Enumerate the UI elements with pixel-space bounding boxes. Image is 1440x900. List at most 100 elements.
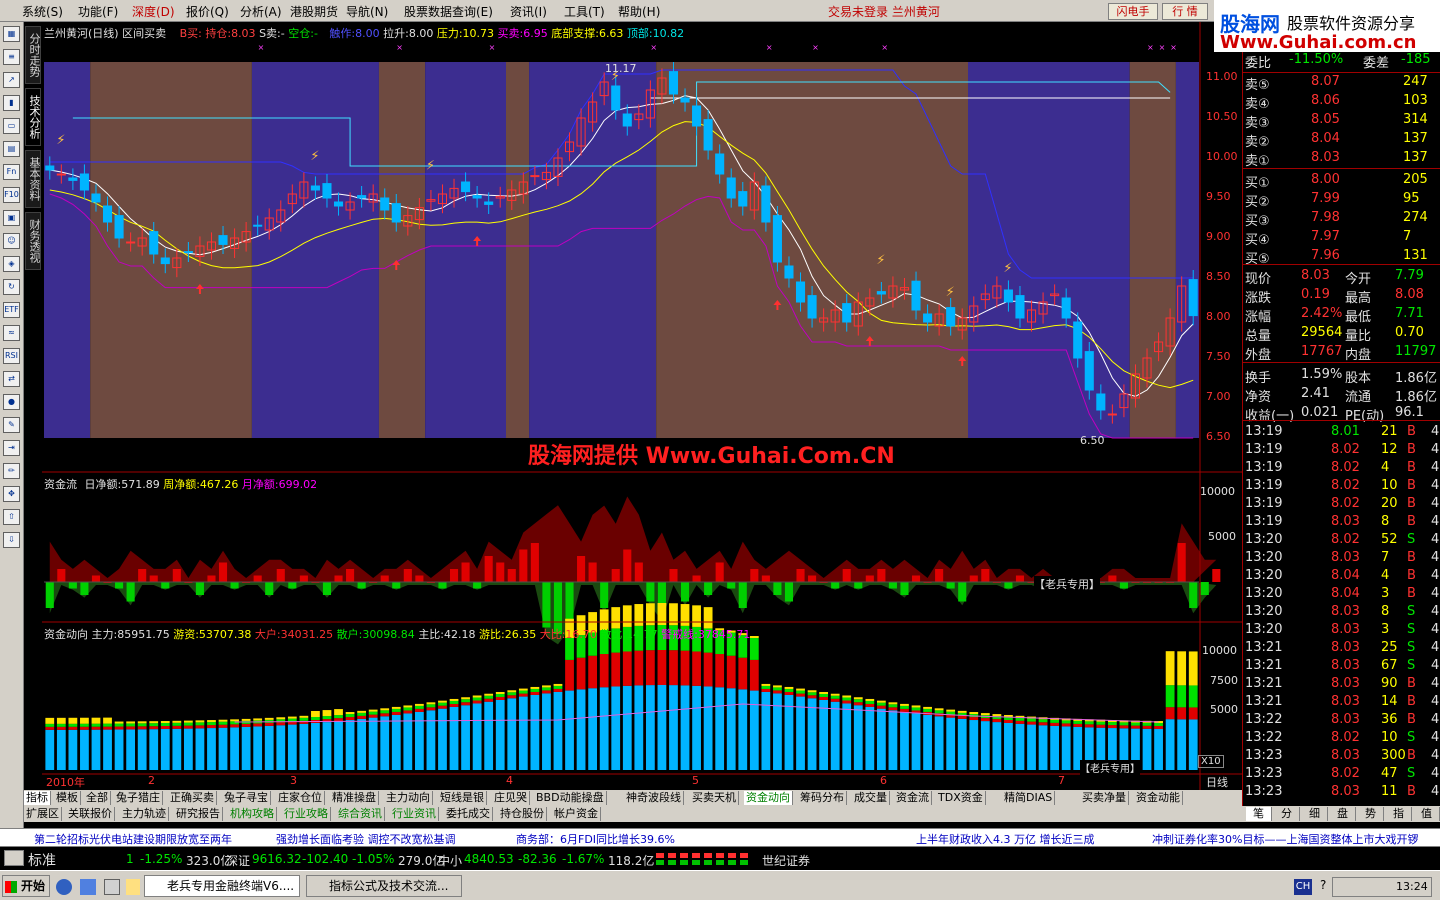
right-tab[interactable]: 指 [1386,807,1412,821]
indicator-tab[interactable]: 精简DIAS [1002,791,1056,805]
mode-label[interactable]: 标准 [28,850,56,870]
chart-area[interactable]: ⚡⚡⚡⚡⚡⚡⚡× × × × × × × × × × [42,22,1242,790]
fn-icon[interactable]: Fn [3,164,20,180]
tab-intraday[interactable]: 分时走势 [25,26,41,84]
task-forum[interactable]: 指标公式及技术交流... [306,875,462,897]
indicator-tab[interactable]: 庄家仓位 [276,791,325,805]
quote-button[interactable]: 行 情 [1162,3,1208,20]
right-tab[interactable]: 细 [1302,807,1328,821]
indicator-tab[interactable]: 资金流 [894,791,932,805]
tab-finance[interactable]: 财务透视 [25,212,41,270]
menu-hk-futures[interactable]: 港股期货 [290,3,338,20]
menu-function[interactable]: 功能(F) [78,3,118,20]
people-icon[interactable]: ☺ [3,233,20,249]
quicklaunch-folder-icon[interactable] [126,879,140,895]
menu-depth[interactable]: 深度(D) [132,3,175,20]
menu-system[interactable]: 系统(S) [22,3,63,20]
task-terminal[interactable]: 老兵专用金融终端V6.... [144,875,300,897]
indicator-tab[interactable]: 庄见哭 [492,791,530,805]
arrow-icon[interactable]: ⇥ [3,440,20,456]
period-label[interactable]: 日线 [1206,774,1228,790]
cube-icon[interactable]: ◈ [3,256,20,272]
extend-tab[interactable]: 行业攻略 [282,807,331,821]
dir-bar-hot [761,683,771,686]
list-icon[interactable]: ≡ [3,49,20,65]
indicator-tab[interactable]: 主力动向 [384,791,433,805]
menu-quote[interactable]: 报价(Q) [186,3,229,20]
indicator-tab[interactable]: 正确买卖 [168,791,217,805]
indicator-tab[interactable]: 资金动能 [1134,791,1183,805]
indicator-tab[interactable]: 短线是银 [438,791,487,805]
indicator-tab[interactable]: BBD动能操盘 [534,791,607,805]
menu-help[interactable]: 帮助(H) [618,3,660,20]
vol-icon[interactable]: ≈ [3,325,20,341]
indicator-tab[interactable]: 买卖净量 [1080,791,1129,805]
right-tab[interactable]: 盘 [1330,807,1356,821]
tab-basic-info[interactable]: 基本资料 [25,150,41,208]
stop-icon[interactable]: ● [3,394,20,410]
rsi-icon[interactable]: RSI [3,348,20,364]
scale-x10[interactable]: X10 [1198,755,1224,768]
extend-tab[interactable]: 扩展区 [24,807,62,821]
right-tab[interactable]: 势 [1358,807,1384,821]
indicator-tab[interactable]: 资金动向 [744,791,793,805]
ask-row: 卖④ 8.06 103 [1245,93,1439,112]
extend-tab[interactable]: 主力轨迹 [120,807,169,821]
refresh-icon[interactable]: ↻ [3,279,20,295]
swap-icon[interactable]: ⇄ [3,371,20,387]
candle-icon[interactable]: ▮ [3,95,20,111]
extend-tab[interactable]: 研究报告 [174,807,223,821]
indicator-tab[interactable]: 指标 [24,791,51,805]
quicklaunch-ie-icon[interactable] [80,879,96,895]
extend-tab[interactable]: 行业资讯 [390,807,439,821]
quicklaunch-media-icon[interactable] [56,879,72,895]
right-tab[interactable]: 分 [1274,807,1300,821]
flash-trade-button[interactable]: 闪电手 [1108,3,1158,20]
extend-tab[interactable]: 持仓股份 [498,807,547,821]
ime-indicator[interactable]: CH [1294,879,1312,895]
mode-icon[interactable] [4,850,24,866]
quicklaunch-desktop-icon[interactable] [104,879,120,895]
menu-navigate[interactable]: 导航(N) [346,3,388,20]
tray-help-icon[interactable]: ? [1320,878,1326,892]
indicator-tab[interactable]: 兔子猎庄 [114,791,163,805]
menu-analysis[interactable]: 分析(A) [240,3,282,20]
f10-icon[interactable]: F10 [3,187,20,203]
menu-stock-data[interactable]: 股票数据查询(E) [404,3,493,20]
indicator-tab[interactable]: 神奇波段线 [624,791,684,805]
indicator-tab[interactable]: 买卖天机 [690,791,739,805]
dir-bar-retail [784,688,794,692]
indicator-tab[interactable]: TDX资金 [936,791,986,805]
extend-tab[interactable]: 关联报价 [66,807,115,821]
menu-tools[interactable]: 工具(T) [564,3,605,20]
news-ticker[interactable]: 第二轮招标光伏电站建设期限放宽至两年 强劲增长面临考验 调控不改宽松基调 商务部… [0,828,1440,846]
etf-icon[interactable]: ETF [3,302,20,318]
menu-info[interactable]: 资讯(I) [510,3,547,20]
right-tab[interactable]: 笔 [1246,807,1272,821]
move-icon[interactable]: ✥ [3,486,20,502]
indicator-tab[interactable]: 模板 [54,791,81,805]
extend-tab[interactable]: 机构攻略 [228,807,277,821]
tick-vol: 4 [1381,460,1390,475]
tab-technical[interactable]: 技术分析 [25,88,41,146]
tool-icon[interactable]: ✎ [3,417,20,433]
extend-tab[interactable]: 帐户资金 [552,807,601,821]
pencil-icon[interactable]: ✏ [3,463,20,479]
indicator-tab[interactable]: 精准操盘 [330,791,379,805]
dir-bar-big [1038,722,1048,726]
indicator-tab[interactable]: 筹码分布 [798,791,847,805]
grid-icon[interactable]: ▦ [3,26,20,42]
doc-icon[interactable]: ▣ [3,210,20,226]
dir-bar-big [253,723,263,727]
down-arrow-icon[interactable]: ⇩ [3,532,20,548]
indicator-tab[interactable]: 全部 [84,791,111,805]
right-tab[interactable]: 值 [1414,807,1440,821]
chart-icon[interactable]: ↗ [3,72,20,88]
window-icon[interactable]: ▭ [3,118,20,134]
extend-tab[interactable]: 综合资讯 [336,807,385,821]
indicator-tab[interactable]: 兔子寻宝 [222,791,271,805]
extend-tab[interactable]: 委托成交 [444,807,493,821]
bar-icon[interactable]: ▤ [3,141,20,157]
up-arrow-icon[interactable]: ⇧ [3,509,20,525]
indicator-tab[interactable]: 成交量 [852,791,890,805]
